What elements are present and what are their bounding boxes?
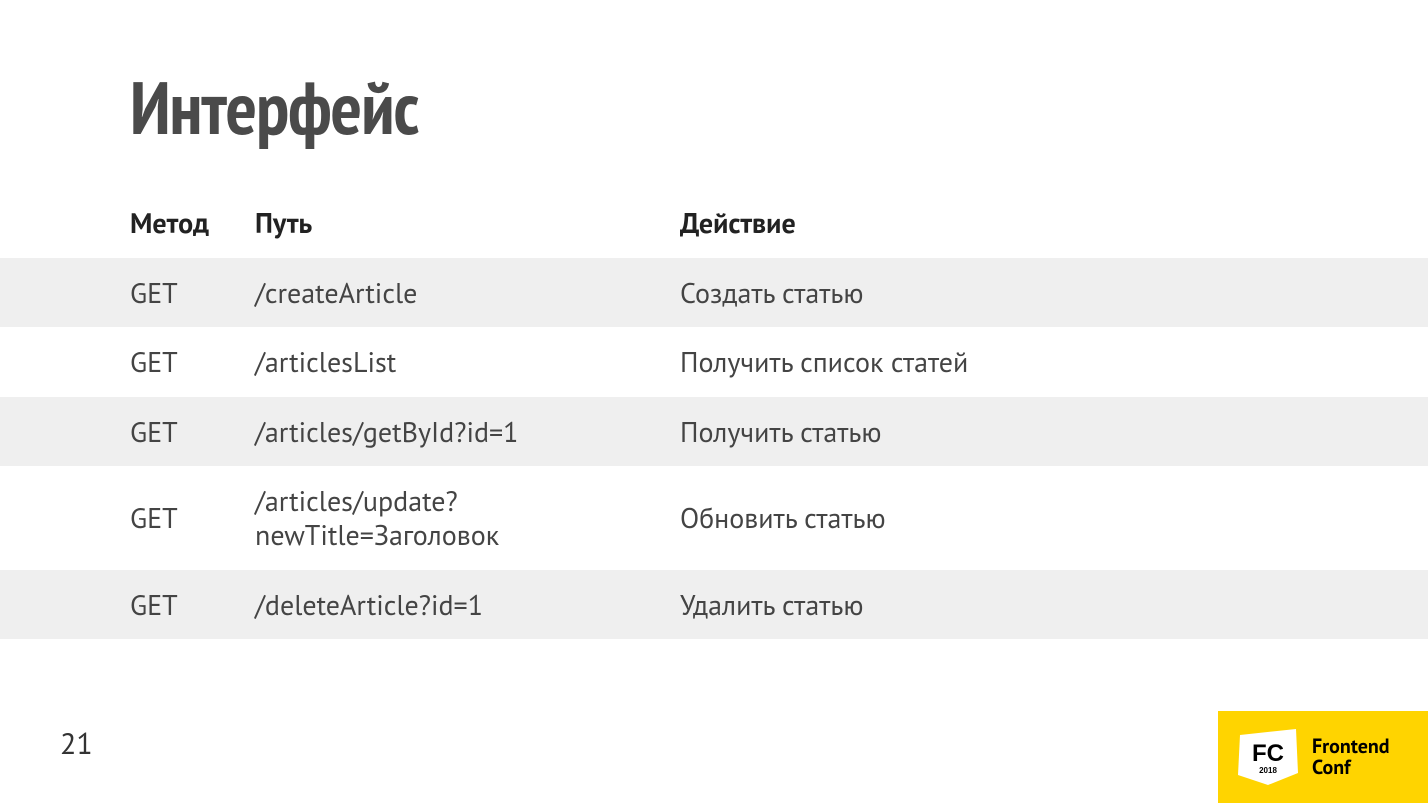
table-row: GET /articlesList Получить список статей [0,327,1428,397]
slide: Интерфейс Метод Путь Действие G [0,0,1428,803]
slide-title: Интерфейс [130,60,418,155]
page-number: 21 [60,724,93,763]
api-table: Метод Путь Действие GET /createArticle С… [0,188,1428,639]
cell-path: /deleteArticle?id=1 [255,570,680,640]
cell-path: /articlesList [255,327,680,397]
conference-logo: FC 2018 Frontend Conf [1218,711,1428,803]
cell-path: /articles/getById?id=1 [255,397,680,467]
cell-action: Удалить статью [680,570,1428,640]
logo-line2: Conf [1312,757,1390,778]
cell-method: GET [130,327,255,397]
cell-action: Создать статью [680,258,1428,328]
cell-path: /createArticle [255,258,680,328]
cell-action: Получить список статей [680,327,1428,397]
table-row: GET /articles/getById?id=1 Получить стат… [0,397,1428,467]
cell-action: Получить статью [680,397,1428,467]
cell-method: GET [130,570,255,640]
badge-year: 2018 [1259,766,1277,775]
cell-method: GET [130,397,255,467]
lead-pad [0,188,130,258]
table-header-row: Метод Путь Действие [0,188,1428,258]
cell-action: Обновить статью [680,466,1428,569]
table-row: GET /articles/update?newTitle=Заголовок … [0,466,1428,569]
header-path: Путь [255,188,680,258]
table-row: GET /createArticle Создать статью [0,258,1428,328]
cell-method: GET [130,466,255,569]
table-row: GET /deleteArticle?id=1 Удалить статью [0,570,1428,640]
cell-path: /articles/update?newTitle=Заголовок [255,466,680,569]
cell-method: GET [130,258,255,328]
fc-badge-icon: FC 2018 [1236,729,1300,785]
header-action: Действие [680,188,1428,258]
header-method: Метод [130,188,255,258]
logo-text: Frontend Conf [1312,736,1390,778]
badge-text: FC [1252,740,1284,767]
